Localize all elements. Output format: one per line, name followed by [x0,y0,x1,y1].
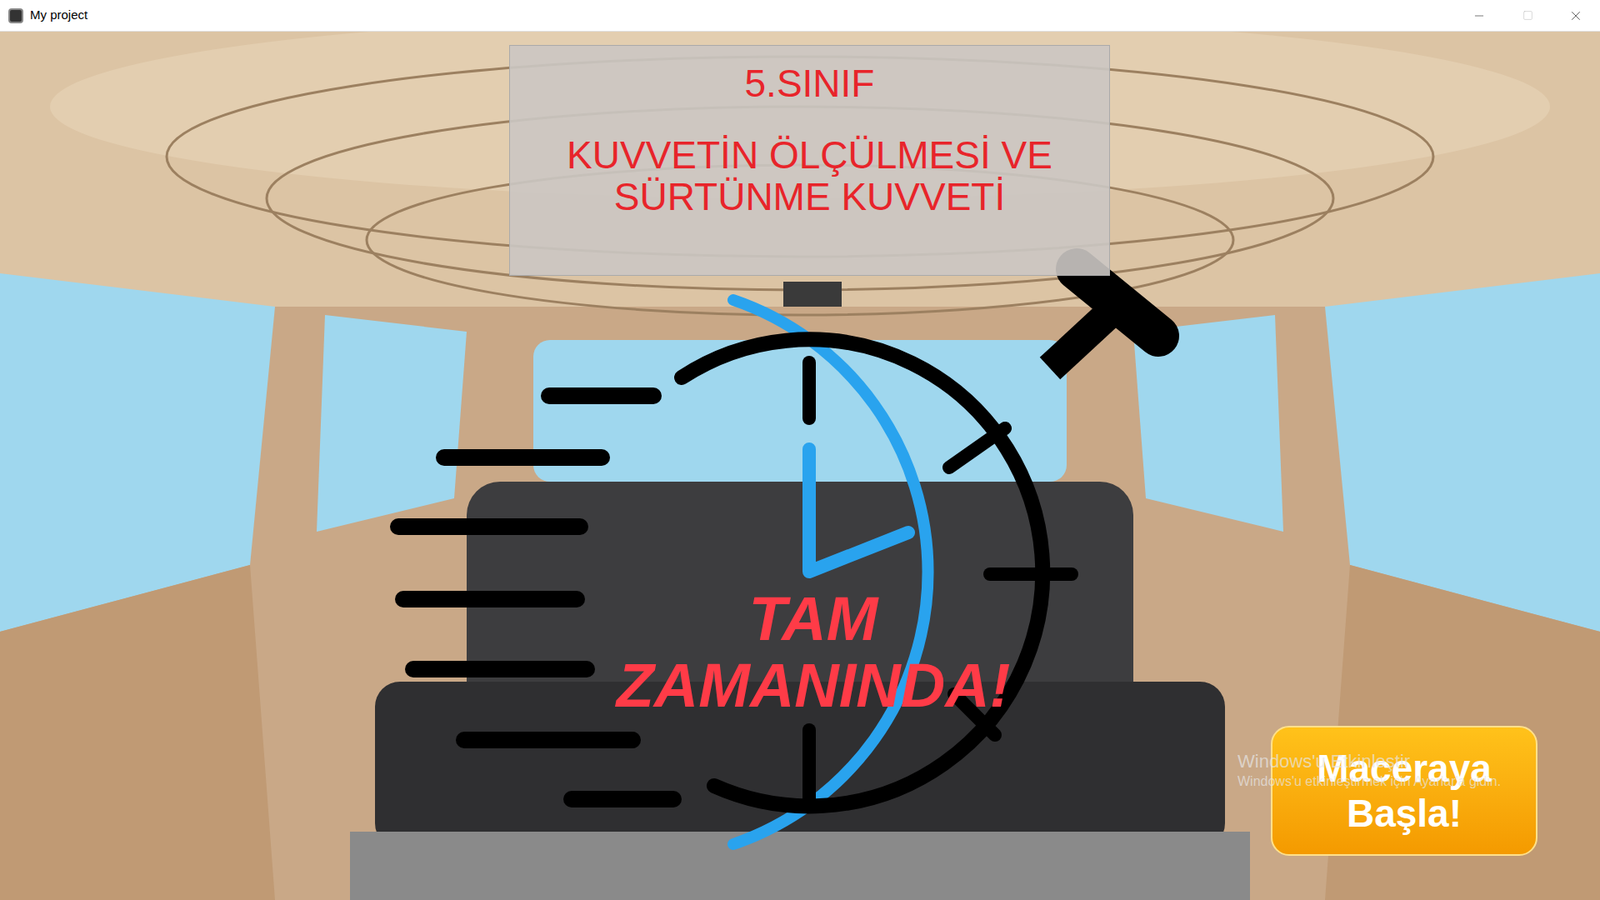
close-icon [1568,8,1584,24]
minimize-button[interactable] [1455,0,1504,31]
window-title: My project [30,5,88,25]
minimize-icon [1472,9,1486,23]
topic-title: KUVVETİN ÖLÇÜLMESİ VE [566,134,1053,176]
maximize-button[interactable] [1503,0,1552,31]
logo-text: TAM [749,584,880,654]
logo-text: ZAMANINDA! [615,650,1011,720]
topic-panel: 5.SINIF KUVVETİN ÖLÇÜLMESİ VESÜRTÜNME KUV… [509,45,1110,276]
grade-label: 5.SINIF [745,62,875,105]
maximize-icon [1522,10,1534,21]
app-window: My project TAMZAMANINDA! 5.SINIF KUVVETİN Ö… [0,0,1600,900]
app-icon [8,8,24,24]
title-bar: My project [0,0,1600,32]
topic-title: SÜRTÜNME KUVVETİ [614,175,1005,218]
activation-watermark: Windows'u EtkinleştirWindows'u etkinleşt… [1237,750,1501,790]
start-button[interactable]: Maceraya Başla! [1270,725,1538,856]
watermark-title: Windows'u Etkinleştir [1237,750,1501,774]
close-button[interactable] [1551,0,1600,31]
game-scene: TAMZAMANINDA! 5.SINIF KUVVETİN ÖLÇÜLMESİ V… [0,31,1600,900]
watermark-subtitle: Windows'u etkinleştirmek için Ayarlar'a … [1237,773,1501,790]
